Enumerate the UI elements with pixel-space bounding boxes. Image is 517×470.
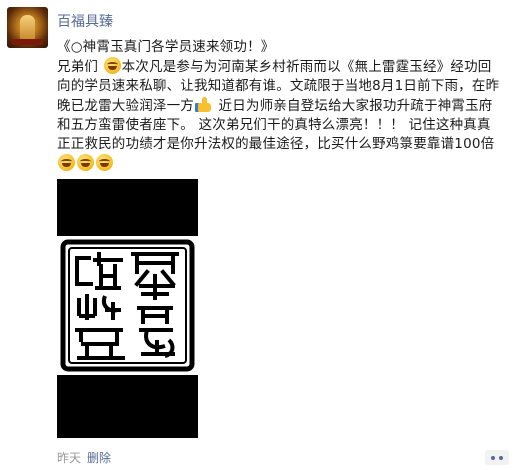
seal-stamp-graphic [60, 239, 195, 372]
post-line-2-start: 兄弟们 [57, 59, 99, 75]
avatar-base [12, 39, 43, 45]
grinning-face-icon [96, 154, 113, 171]
post-line-4: 晚已龙雷大验润泽一方 近日为师亲自登坛给大家报功升疏于神霄玉府 [57, 96, 512, 116]
grinning-face-icon [77, 154, 94, 171]
post-line-2: 兄弟们 本次凡是参与为河南某乡村祈雨而以《無上雷霆玉经》经功回 [57, 57, 512, 77]
post-line-3: 向的学员速来私聊、让我知道都有谁。文疏限于当地8月1日前下雨，在昨 [57, 78, 500, 94]
post-line-2-rest: 本次凡是参与为河南某乡村祈雨而以《無上雷霆玉经》经功回 [121, 59, 492, 75]
post-line-6: 正正救民的功绩才是你升法权的最佳途径，比买什么野鸡箓要靠谱100倍 [57, 136, 495, 152]
emoji-row [57, 154, 512, 174]
post-image[interactable] [57, 179, 198, 438]
post-text: 《○神霄玉真门各学员速来领功！》 兄弟们 本次凡是参与为河南某乡村祈雨而以《無上… [57, 38, 512, 174]
seal-stamp-image [57, 236, 198, 375]
grinning-face-icon [58, 154, 75, 171]
grinning-face-icon [103, 57, 121, 74]
post-line-5: 和五方蛮雷使者座下。 这次弟兄们干的真特么漂亮！！！ 记住这种真真 [57, 117, 491, 133]
post-line-4-rest: 近日为师亲自登坛给大家报功升疏于神霄玉府 [218, 98, 493, 114]
avatar[interactable] [7, 7, 48, 48]
more-dots-icon [491, 456, 495, 460]
avatar-figure [20, 15, 35, 41]
more-actions-button[interactable] [485, 450, 509, 465]
more-dots-icon [499, 456, 503, 460]
post-line-1: 《○神霄玉真门各学员速来领功！》 [57, 39, 275, 55]
post-line-4-start: 晚已龙雷大验润泽一方 [57, 98, 194, 114]
thumbs-up-icon [195, 96, 213, 113]
username-link[interactable]: 百福具臻 [57, 11, 113, 31]
post-timestamp: 昨天 [57, 451, 82, 465]
delete-button[interactable]: 删除 [87, 449, 111, 466]
